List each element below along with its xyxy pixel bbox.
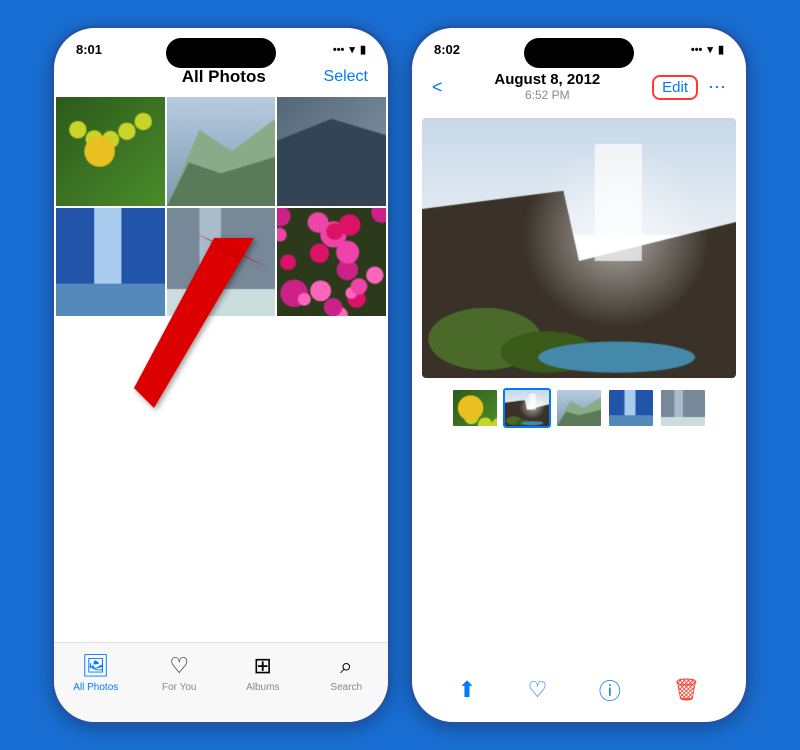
thumb-5[interactable]	[659, 388, 707, 428]
tab-albums[interactable]: ⊞ Albums	[233, 653, 293, 693]
for-you-icon: ♡	[169, 653, 189, 679]
tab-albums-label: Albums	[246, 682, 279, 693]
thumb-3[interactable]	[555, 388, 603, 428]
info-button[interactable]: ⓘ	[599, 674, 621, 706]
tab-for-you[interactable]: ♡ For You	[149, 653, 209, 693]
more-button[interactable]: ⋯	[708, 77, 726, 98]
thumbnail-strip	[412, 378, 746, 434]
edit-button[interactable]: Edit	[652, 75, 698, 100]
heart-button[interactable]: ♡	[528, 677, 548, 703]
wifi-right-icon: ▾	[707, 43, 713, 56]
tab-all-photos-label: All Photos	[73, 682, 118, 693]
status-icons-left: ••• ▾ ▮	[333, 43, 366, 56]
share-button[interactable]: ⬆	[458, 677, 476, 703]
select-button[interactable]: Select	[324, 68, 368, 86]
back-button[interactable]: <	[432, 77, 443, 98]
photo-date-header: August 8, 2012 6:52 PM	[494, 67, 600, 108]
left-phone: 8:01 ••• ▾ ▮ All Photos Select	[51, 25, 391, 725]
wifi-icon: ▾	[349, 43, 355, 56]
search-icon: ⌕	[340, 653, 352, 679]
time-left: 8:01	[76, 42, 102, 57]
dynamic-island-right	[524, 38, 634, 68]
tab-for-you-label: For You	[162, 682, 196, 693]
battery-icon: ▮	[360, 43, 366, 56]
photo-grid	[54, 97, 388, 316]
photo-cell-3[interactable]	[277, 97, 386, 206]
nav-actions-right: Edit ⋯	[652, 75, 726, 100]
main-photo[interactable]	[422, 118, 736, 378]
tab-search[interactable]: ⌕ Search	[316, 653, 376, 693]
right-phone: 8:02 ••• ▾ ▮ < August 8, 2012 6:52 PM Ed…	[409, 25, 749, 725]
status-icons-right: ••• ▾ ▮	[691, 43, 724, 56]
photo-cell-4[interactable]	[56, 208, 165, 317]
tab-search-label: Search	[330, 682, 362, 693]
thumb-1[interactable]	[451, 388, 499, 428]
nav-header-right: < August 8, 2012 6:52 PM Edit ⋯	[412, 61, 746, 118]
albums-icon: ⊞	[254, 653, 272, 679]
photo-date: August 8, 2012	[494, 71, 600, 88]
photo-time: 6:52 PM	[494, 88, 600, 102]
tab-bar-left: 🖼 All Photos ♡ For You ⊞ Albums ⌕ Search	[54, 642, 388, 722]
time-right: 8:02	[434, 42, 460, 57]
thumb-2[interactable]	[503, 388, 551, 428]
delete-button[interactable]: 🗑	[672, 677, 700, 703]
all-photos-icon: 🖼	[82, 653, 110, 679]
bottom-actions: ⬆ ♡ ⓘ 🗑	[412, 674, 746, 706]
signal-dots-right-icon: •••	[691, 44, 703, 56]
page-title: All Photos	[182, 67, 266, 87]
thumb-4[interactable]	[607, 388, 655, 428]
photo-cell-2[interactable]	[167, 97, 276, 206]
tab-all-photos[interactable]: 🖼 All Photos	[66, 653, 126, 693]
dynamic-island-left	[166, 38, 276, 68]
photo-cell-1[interactable]	[56, 97, 165, 206]
battery-right-icon: ▮	[718, 43, 724, 56]
photo-cell-5[interactable]	[167, 208, 276, 317]
signal-dots-icon: •••	[333, 44, 345, 56]
photo-cell-6[interactable]	[277, 208, 386, 317]
